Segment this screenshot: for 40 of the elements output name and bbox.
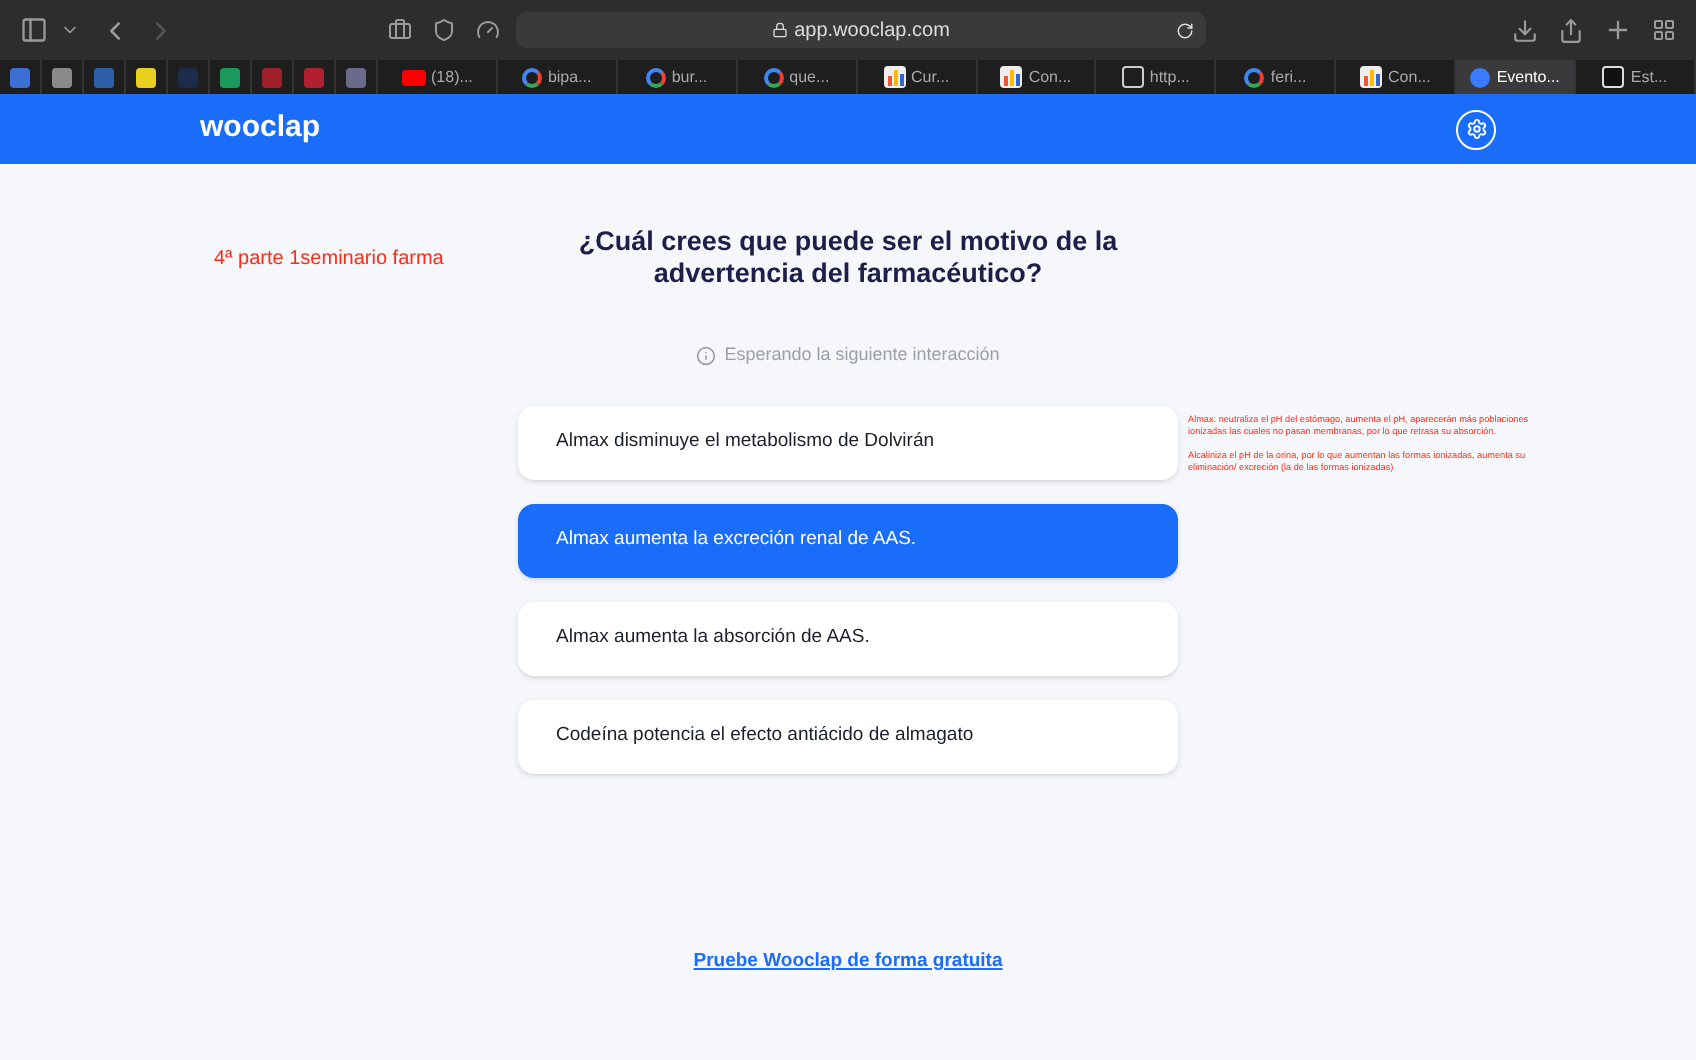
answer-option[interactable]: Almax aumenta la absorción de AAS. [518,601,1178,675]
answer-option[interactable]: Codeína potencia el efecto antiácido de almagato [518,699,1178,773]
tab-title: (18)... [431,65,473,89]
address-bar[interactable]: app.wooclap.com [516,12,1206,48]
video-play-icon [401,69,425,85]
tab-overview-icon[interactable] [1652,18,1676,42]
url-text: app.wooclap.com [794,17,950,45]
tab-title: Evento... [1496,65,1560,89]
settings-button[interactable] [1456,109,1496,149]
info-icon [696,345,717,366]
blank-page-icon [1602,66,1625,88]
share-icon[interactable] [1558,17,1584,43]
tab-title: http... [1149,65,1190,89]
answer-option[interactable]: Almax aumenta la excreción renal de AAS. [518,503,1178,577]
lock-icon [772,22,789,38]
tab-title: bipa... [547,65,592,89]
bar-chart-icon [1360,66,1383,88]
settings-icon [1465,118,1487,140]
new-tab-icon[interactable] [1604,16,1632,44]
tab-title: bur... [671,65,708,89]
shield-icon[interactable] [432,18,456,42]
question-title: ¿Cuál crees que puede ser el motivo de la advertencia del farmacéutico? [576,226,1120,290]
briefcase-icon[interactable] [388,18,412,42]
sidebar-icon[interactable] [20,16,48,44]
session-note: 4ª parte 1seminario farma [214,246,444,274]
logo: wooclap [200,108,321,149]
free-trial-link[interactable]: Pruebe Wooclap de forma gratuita [693,947,1003,976]
bar-chart-icon [1000,66,1023,88]
bar-chart-icon [883,66,906,88]
tab-title: Con... [1028,65,1072,89]
tab-title: Est... [1630,65,1668,89]
tab-title: Con... [1388,65,1431,89]
reload-icon[interactable] [1176,21,1194,39]
browser-tab[interactable]: Evento... [1456,60,1577,94]
tab-title: Cur... [911,65,950,89]
status-text: Esperando la siguiente interacción [724,342,1000,368]
tab-title: que... [789,65,830,89]
download-icon[interactable] [1512,17,1538,43]
answer-option[interactable]: Almax disminuye el metabolismo de Dolvirán [518,405,1178,479]
tab-title: feri... [1270,65,1307,89]
